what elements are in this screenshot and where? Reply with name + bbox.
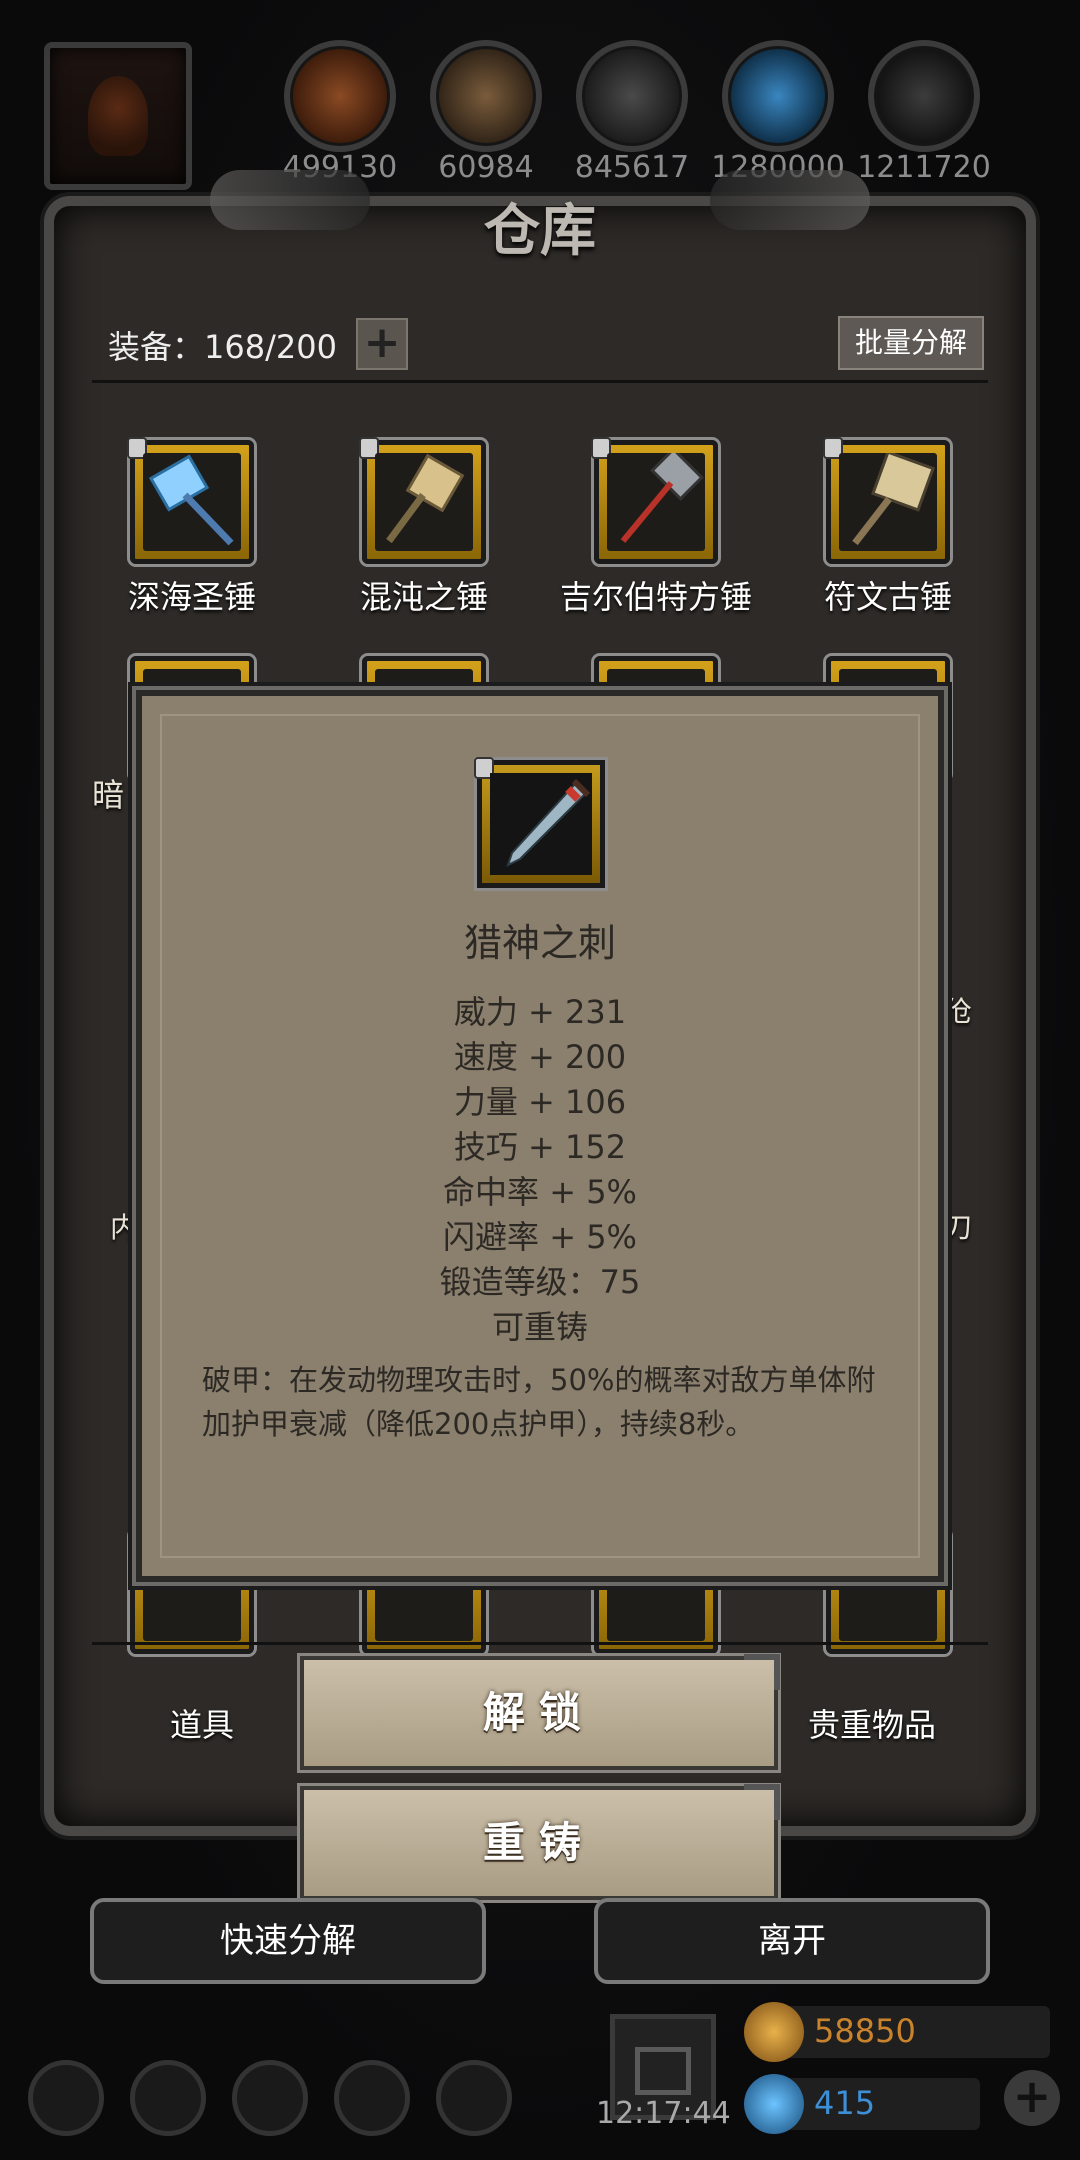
item-name-partial: 暗	[92, 776, 125, 814]
stat-line: 速度 + 200	[453, 1038, 627, 1076]
red-hammer-icon	[620, 453, 704, 543]
quick-dismantle-button[interactable]: 快速分解	[90, 1898, 486, 1984]
clock: 12:17:44	[596, 2096, 731, 2131]
hooded-figure-icon	[88, 76, 148, 156]
add-currency-button[interactable]: +	[1004, 2070, 1060, 2126]
item-name: 混沌之锤	[359, 578, 488, 616]
item-name: 深海圣锤	[127, 578, 256, 616]
tab-items[interactable]: 道具	[170, 1700, 234, 1746]
gold-amount: 58850	[814, 2012, 916, 2050]
expand-capacity-button[interactable]: +	[356, 318, 408, 370]
achievement-icon[interactable]	[130, 2060, 206, 2136]
tab-valuables[interactable]: 贵重物品	[808, 1700, 936, 1746]
item-detail-popup: 猎神之刺 威力 + 231 速度 + 200 力量 + 106 技巧 + 152…	[136, 690, 944, 1582]
divider	[92, 1642, 988, 1645]
stat-line: 威力 + 231	[453, 993, 627, 1031]
item-slot[interactable]: 深海圣锤	[92, 437, 292, 618]
settings-icon[interactable]	[28, 2060, 104, 2136]
mail-icon[interactable]	[334, 2060, 410, 2136]
bread-icon	[284, 40, 396, 152]
batch-dismantle-button[interactable]: 批量分解	[838, 316, 984, 370]
chaos-hammer-icon	[386, 453, 465, 544]
gold-coin-icon	[744, 2002, 804, 2062]
item-detail-description: 破甲：在发动物理攻击时，50%的概率对敌方单体附加护甲衰减（降低200点护甲），…	[202, 1363, 876, 1441]
leave-button[interactable]: 离开	[594, 1898, 990, 1984]
stat-line: 技巧 + 152	[453, 1128, 627, 1166]
stat-line: 力量 + 106	[453, 1083, 627, 1121]
item-name-partial: 内	[110, 1211, 139, 1244]
stat-line: 锻造等级：75	[439, 1263, 641, 1301]
gift-box-icon	[635, 2047, 691, 2095]
item-slot[interactable]: 吉尔伯特方锤	[556, 437, 756, 618]
iron-ingot-icon	[576, 40, 688, 152]
map-icon[interactable]	[232, 2060, 308, 2136]
avatar[interactable]	[44, 42, 192, 190]
gem-icon	[744, 2074, 804, 2134]
divider	[92, 380, 988, 383]
handshake-icon[interactable]	[436, 2060, 512, 2136]
dagger-icon	[506, 778, 591, 867]
rune-hammer-icon	[852, 453, 935, 546]
item-name: 吉尔伯特方锤	[559, 578, 752, 616]
item-detail-stats: 威力 + 231 速度 + 200 力量 + 106 技巧 + 152 命中率 …	[142, 990, 938, 1350]
stat-line: 命中率 + 5%	[443, 1173, 637, 1211]
wood-icon	[430, 40, 542, 152]
item-slot[interactable]: 混沌之锤	[324, 437, 524, 618]
item-name-partial: 刀	[944, 1211, 973, 1244]
item-slot[interactable]: 符文古锤	[788, 437, 988, 618]
item-detail-name: 猎神之刺	[463, 921, 616, 965]
unlock-button[interactable]: 解锁	[300, 1654, 780, 1770]
stat-line: 闪避率 + 5%	[443, 1218, 637, 1256]
equip-count: 装备：168/200	[108, 328, 337, 366]
blue-hammer-icon	[148, 454, 234, 546]
stat-line: 可重铸	[491, 1308, 588, 1346]
page-title: 仓库	[484, 198, 596, 264]
crystal-icon	[722, 40, 834, 152]
resource-ore-value: 1211720	[857, 150, 991, 185]
item-name: 符文古锤	[823, 578, 952, 616]
ore-icon	[868, 40, 980, 152]
item-detail-icon-frame	[474, 757, 605, 888]
reforge-button[interactable]: 重铸	[300, 1784, 780, 1900]
gem-amount: 415	[814, 2084, 876, 2122]
item-name-partial: 伧	[944, 995, 973, 1028]
